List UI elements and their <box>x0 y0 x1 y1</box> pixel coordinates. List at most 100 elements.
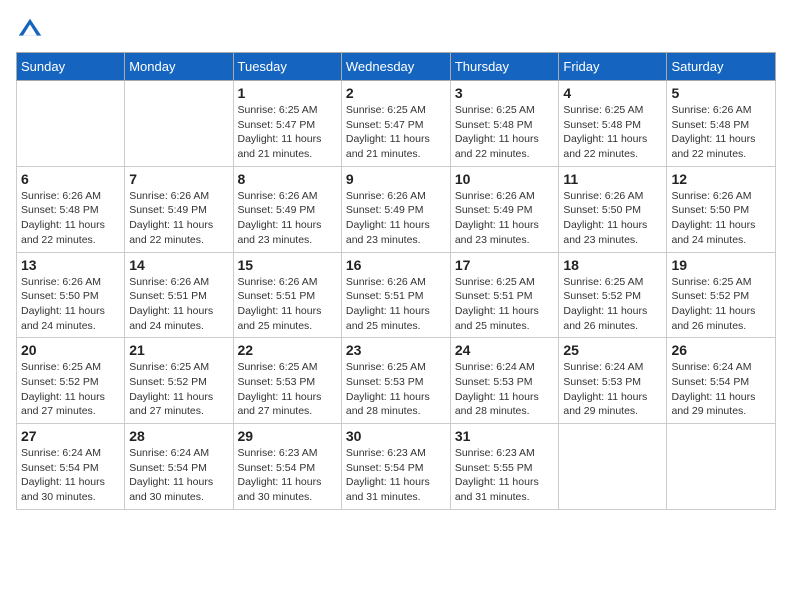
day-number: 28 <box>129 428 228 444</box>
day-info: Sunrise: 6:26 AM Sunset: 5:49 PM Dayligh… <box>238 189 337 248</box>
day-info: Sunrise: 6:26 AM Sunset: 5:48 PM Dayligh… <box>21 189 120 248</box>
calendar-cell: 22 Sunrise: 6:25 AM Sunset: 5:53 PM Dayli… <box>233 338 341 424</box>
calendar-cell: 26 Sunrise: 6:24 AM Sunset: 5:54 PM Dayli… <box>667 338 776 424</box>
header-day: Monday <box>125 53 233 81</box>
calendar-cell: 6Sunrise: 6:26 AM Sunset: 5:48 PM Daylig… <box>17 166 125 252</box>
calendar-cell: 1 Sunrise: 6:25 AM Sunset: 5:47 PM Daylig… <box>233 81 341 167</box>
day-number: 25 <box>563 342 662 358</box>
header-day: Tuesday <box>233 53 341 81</box>
day-info: Sunrise: 6:26 AM Sunset: 5:50 PM Dayligh… <box>563 189 662 248</box>
day-number: 4 <box>563 85 662 101</box>
calendar-cell: 24 Sunrise: 6:24 AM Sunset: 5:53 PM Dayli… <box>450 338 559 424</box>
day-info: Sunrise: 6:25 AM Sunset: 5:48 PM Dayligh… <box>455 103 555 162</box>
day-number: 19 <box>671 257 771 273</box>
header-day: Thursday <box>450 53 559 81</box>
calendar-cell: 25Sunrise: 6:24 AM Sunset: 5:53 PM Dayli… <box>559 338 667 424</box>
day-info: Sunrise: 6:25 AM Sunset: 5:52 PM Dayligh… <box>563 275 662 334</box>
calendar-cell: 11 Sunrise: 6:26 AM Sunset: 5:50 PM Dayli… <box>559 166 667 252</box>
day-info: Sunrise: 6:25 AM Sunset: 5:47 PM Dayligh… <box>346 103 446 162</box>
day-info: Sunrise: 6:25 AM Sunset: 5:51 PM Dayligh… <box>455 275 555 334</box>
calendar-cell <box>667 424 776 510</box>
calendar-cell: 2 Sunrise: 6:25 AM Sunset: 5:47 PM Daylig… <box>341 81 450 167</box>
header-day: Wednesday <box>341 53 450 81</box>
day-number: 18 <box>563 257 662 273</box>
day-info: Sunrise: 6:26 AM Sunset: 5:49 PM Dayligh… <box>129 189 228 248</box>
calendar-cell: 10 Sunrise: 6:26 AM Sunset: 5:49 PM Dayli… <box>450 166 559 252</box>
day-number: 8 <box>238 171 337 187</box>
day-number: 14 <box>129 257 228 273</box>
calendar-week-row: 13 Sunrise: 6:26 AM Sunset: 5:50 PM Dayli… <box>17 252 776 338</box>
day-info: Sunrise: 6:24 AM Sunset: 5:54 PM Dayligh… <box>21 446 120 505</box>
calendar-cell: 12 Sunrise: 6:26 AM Sunset: 5:50 PM Dayli… <box>667 166 776 252</box>
calendar-cell <box>559 424 667 510</box>
day-info: Sunrise: 6:25 AM Sunset: 5:52 PM Dayligh… <box>671 275 771 334</box>
calendar-cell: 17 Sunrise: 6:25 AM Sunset: 5:51 PM Dayli… <box>450 252 559 338</box>
day-info: Sunrise: 6:25 AM Sunset: 5:47 PM Dayligh… <box>238 103 337 162</box>
calendar-cell: 28 Sunrise: 6:24 AM Sunset: 5:54 PM Dayli… <box>125 424 233 510</box>
calendar-week-row: 6Sunrise: 6:26 AM Sunset: 5:48 PM Daylig… <box>17 166 776 252</box>
day-number: 2 <box>346 85 446 101</box>
calendar-cell: 29Sunrise: 6:23 AM Sunset: 5:54 PM Dayli… <box>233 424 341 510</box>
day-info: Sunrise: 6:24 AM Sunset: 5:54 PM Dayligh… <box>129 446 228 505</box>
calendar-cell <box>17 81 125 167</box>
calendar-cell: 20Sunrise: 6:25 AM Sunset: 5:52 PM Dayli… <box>17 338 125 424</box>
header-day: Saturday <box>667 53 776 81</box>
day-info: Sunrise: 6:26 AM Sunset: 5:51 PM Dayligh… <box>238 275 337 334</box>
day-number: 24 <box>455 342 555 358</box>
day-info: Sunrise: 6:23 AM Sunset: 5:54 PM Dayligh… <box>238 446 337 505</box>
day-number: 20 <box>21 342 120 358</box>
day-number: 26 <box>671 342 771 358</box>
day-number: 10 <box>455 171 555 187</box>
day-info: Sunrise: 6:26 AM Sunset: 5:51 PM Dayligh… <box>346 275 446 334</box>
calendar-cell: 7 Sunrise: 6:26 AM Sunset: 5:49 PM Daylig… <box>125 166 233 252</box>
day-info: Sunrise: 6:26 AM Sunset: 5:50 PM Dayligh… <box>671 189 771 248</box>
calendar-cell: 16 Sunrise: 6:26 AM Sunset: 5:51 PM Dayli… <box>341 252 450 338</box>
day-number: 11 <box>563 171 662 187</box>
day-number: 13 <box>21 257 120 273</box>
calendar-cell: 15Sunrise: 6:26 AM Sunset: 5:51 PM Dayli… <box>233 252 341 338</box>
day-number: 7 <box>129 171 228 187</box>
calendar-cell: 3 Sunrise: 6:25 AM Sunset: 5:48 PM Daylig… <box>450 81 559 167</box>
calendar-cell: 9 Sunrise: 6:26 AM Sunset: 5:49 PM Daylig… <box>341 166 450 252</box>
day-number: 21 <box>129 342 228 358</box>
day-number: 31 <box>455 428 555 444</box>
calendar-cell: 4 Sunrise: 6:25 AM Sunset: 5:48 PM Daylig… <box>559 81 667 167</box>
day-number: 22 <box>238 342 337 358</box>
logo-icon <box>16 16 44 44</box>
calendar-cell: 31 Sunrise: 6:23 AM Sunset: 5:55 PM Dayli… <box>450 424 559 510</box>
day-info: Sunrise: 6:26 AM Sunset: 5:49 PM Dayligh… <box>455 189 555 248</box>
page-header <box>16 16 776 44</box>
day-number: 1 <box>238 85 337 101</box>
day-info: Sunrise: 6:23 AM Sunset: 5:54 PM Dayligh… <box>346 446 446 505</box>
day-number: 12 <box>671 171 771 187</box>
day-info: Sunrise: 6:25 AM Sunset: 5:48 PM Dayligh… <box>563 103 662 162</box>
day-info: Sunrise: 6:26 AM Sunset: 5:50 PM Dayligh… <box>21 275 120 334</box>
day-number: 23 <box>346 342 446 358</box>
calendar-cell: 30 Sunrise: 6:23 AM Sunset: 5:54 PM Dayli… <box>341 424 450 510</box>
calendar-week-row: 20Sunrise: 6:25 AM Sunset: 5:52 PM Dayli… <box>17 338 776 424</box>
day-number: 17 <box>455 257 555 273</box>
calendar-cell: 19 Sunrise: 6:25 AM Sunset: 5:52 PM Dayli… <box>667 252 776 338</box>
calendar-cell: 13 Sunrise: 6:26 AM Sunset: 5:50 PM Dayli… <box>17 252 125 338</box>
calendar-cell: 8 Sunrise: 6:26 AM Sunset: 5:49 PM Daylig… <box>233 166 341 252</box>
day-info: Sunrise: 6:26 AM Sunset: 5:49 PM Dayligh… <box>346 189 446 248</box>
day-number: 30 <box>346 428 446 444</box>
day-number: 16 <box>346 257 446 273</box>
day-number: 9 <box>346 171 446 187</box>
day-info: Sunrise: 6:25 AM Sunset: 5:53 PM Dayligh… <box>346 360 446 419</box>
day-number: 3 <box>455 85 555 101</box>
day-number: 27 <box>21 428 120 444</box>
logo <box>16 16 48 44</box>
day-info: Sunrise: 6:23 AM Sunset: 5:55 PM Dayligh… <box>455 446 555 505</box>
day-info: Sunrise: 6:25 AM Sunset: 5:53 PM Dayligh… <box>238 360 337 419</box>
calendar-week-row: 1 Sunrise: 6:25 AM Sunset: 5:47 PM Daylig… <box>17 81 776 167</box>
day-info: Sunrise: 6:26 AM Sunset: 5:51 PM Dayligh… <box>129 275 228 334</box>
calendar-week-row: 27 Sunrise: 6:24 AM Sunset: 5:54 PM Dayli… <box>17 424 776 510</box>
calendar-cell: 5Sunrise: 6:26 AM Sunset: 5:48 PM Daylig… <box>667 81 776 167</box>
calendar-cell: 18 Sunrise: 6:25 AM Sunset: 5:52 PM Dayli… <box>559 252 667 338</box>
calendar-cell <box>125 81 233 167</box>
day-info: Sunrise: 6:24 AM Sunset: 5:53 PM Dayligh… <box>455 360 555 419</box>
calendar-cell: 27 Sunrise: 6:24 AM Sunset: 5:54 PM Dayli… <box>17 424 125 510</box>
day-info: Sunrise: 6:24 AM Sunset: 5:54 PM Dayligh… <box>671 360 771 419</box>
header-row: SundayMondayTuesdayWednesdayThursdayFrid… <box>17 53 776 81</box>
